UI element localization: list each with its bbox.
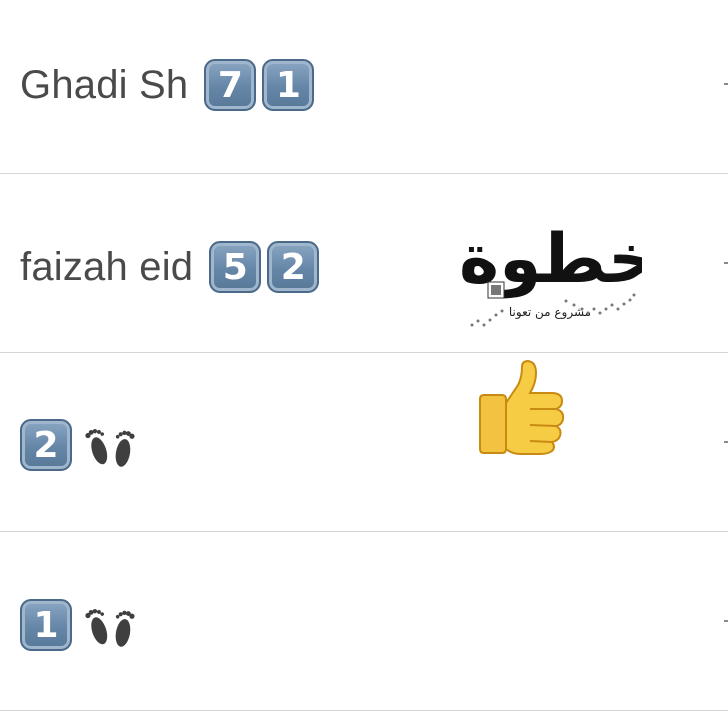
keycap-digit: 7 xyxy=(204,59,257,111)
keycap-digit: 5 xyxy=(209,241,262,293)
chevron-icon xyxy=(724,262,728,264)
keycap-digit: 2 xyxy=(267,241,320,293)
footprints-icon xyxy=(85,608,135,647)
chevron-icon xyxy=(724,83,728,85)
keycap-digit: 1 xyxy=(20,599,72,651)
chevron-icon xyxy=(724,441,728,443)
contact-name: faizah eid xyxy=(20,244,194,289)
list-item[interactable]: faizah eid 5 2 خطوة مشروع من تعونا xyxy=(0,174,728,353)
list-item[interactable]: 1 xyxy=(0,532,728,711)
thumbs-up-icon xyxy=(479,359,565,455)
contact-name: Ghadi Sh xyxy=(20,62,189,107)
svg-text:مشروع من تعونا: مشروع من تعونا xyxy=(509,305,591,320)
chevron-icon xyxy=(724,620,728,622)
list-item[interactable]: Ghadi Sh 7 1 xyxy=(0,0,728,174)
footprints-icon xyxy=(85,428,135,467)
keycap-digit: 1 xyxy=(262,59,315,111)
khutwa-logo: خطوة مشروع من تعونا xyxy=(459,212,657,337)
keycap-digit: 2 xyxy=(20,419,72,471)
list-item[interactable]: 2 xyxy=(0,353,728,532)
